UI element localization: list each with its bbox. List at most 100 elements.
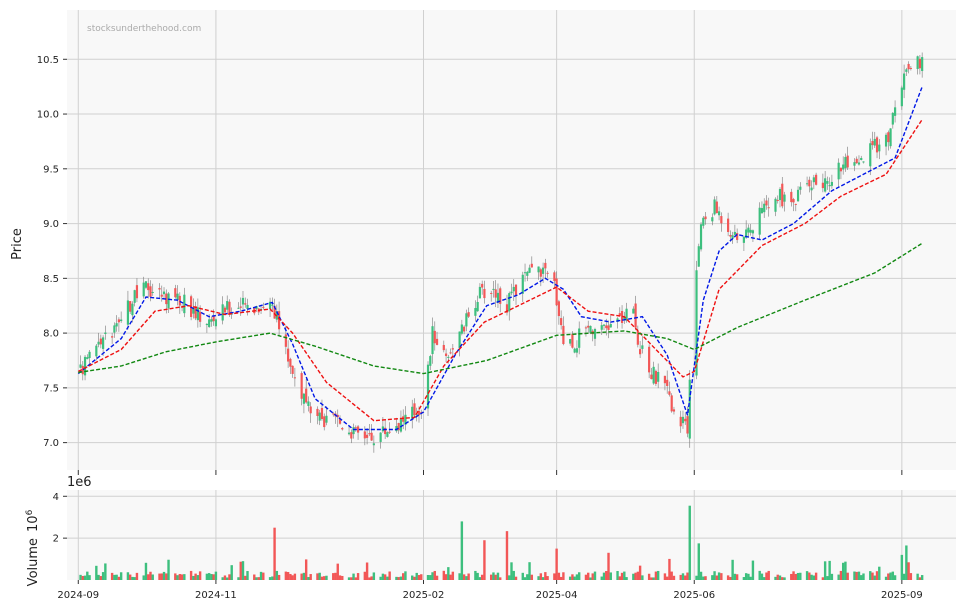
volume-bar — [241, 561, 245, 580]
volume-bar — [363, 571, 367, 580]
candle-body — [463, 326, 466, 332]
volume-bar — [496, 572, 500, 580]
volume-bar — [429, 575, 432, 580]
volume-bar — [131, 576, 134, 580]
price-axis-label: Price — [10, 228, 25, 260]
volume-axis-offset: 10 — [26, 515, 41, 532]
volume-bar — [747, 573, 750, 580]
candle-body — [765, 200, 768, 206]
volume-bar — [147, 574, 150, 580]
candle-body — [205, 324, 208, 326]
volume-bar — [226, 577, 229, 580]
volume-bar — [478, 577, 482, 580]
candle-body — [460, 324, 463, 334]
volume-bar — [338, 575, 342, 580]
x-tick-label: 2025-02 — [403, 590, 445, 601]
volume-bar — [826, 576, 829, 580]
candle-body — [607, 325, 610, 330]
volume-bar — [268, 577, 272, 580]
volume-bar — [381, 573, 385, 580]
volume-bar — [257, 577, 260, 580]
candle-body — [871, 141, 874, 146]
volume-bar — [562, 572, 565, 580]
volume-bar — [704, 576, 707, 580]
volume-bar — [526, 574, 529, 580]
volume-bar — [415, 572, 418, 580]
volume-bar — [489, 574, 493, 580]
candle-body — [160, 294, 163, 297]
volume-bar — [325, 575, 328, 580]
candle-body — [451, 348, 454, 350]
volume-bar — [395, 576, 398, 580]
volume-bar — [117, 576, 121, 580]
candle-body — [309, 406, 312, 414]
volume-bar — [889, 572, 892, 580]
candle-body — [149, 286, 152, 297]
candle-body — [133, 290, 136, 303]
candle-body — [571, 333, 574, 348]
volume-bar — [300, 573, 303, 580]
volume-bar — [309, 574, 312, 580]
volume-bar — [110, 572, 114, 580]
volume-bar — [893, 575, 897, 580]
volume-bar — [228, 574, 231, 580]
candle-body — [720, 216, 723, 224]
volume-y-ticks: 24 — [53, 492, 67, 545]
candle-body — [826, 181, 829, 184]
candle-body — [467, 312, 470, 317]
volume-bar — [505, 531, 509, 580]
volume-bar — [609, 572, 612, 580]
volume-bar — [126, 572, 130, 580]
volume-bar — [616, 571, 619, 580]
candle-body — [354, 427, 357, 429]
candle-body — [104, 332, 107, 334]
volume-bar — [259, 571, 263, 580]
volume-bar — [814, 572, 818, 580]
volume-bar — [638, 565, 642, 580]
candle-body — [386, 432, 389, 437]
candle-body — [478, 286, 482, 299]
volume-bar — [79, 574, 82, 580]
candle-body — [670, 395, 673, 412]
candle-body — [697, 246, 700, 267]
candle-body — [634, 303, 637, 328]
watermark: stocksunderthehood.com — [87, 24, 201, 34]
volume-bar — [189, 570, 193, 580]
candle-body — [368, 433, 371, 435]
volume-bar — [465, 576, 468, 580]
volume-bar — [900, 554, 904, 580]
volume-bar — [665, 576, 669, 580]
volume-bar — [860, 575, 863, 580]
volume-bar — [884, 576, 888, 580]
volume-bar — [528, 562, 531, 580]
volume-bar — [920, 575, 924, 580]
volume-bar — [162, 571, 166, 580]
volume-bar — [781, 577, 784, 580]
candle-body — [465, 313, 468, 327]
volume-bar — [553, 573, 556, 580]
candle-body — [293, 377, 296, 379]
volume-bar — [368, 577, 371, 580]
volume-bar — [370, 576, 373, 580]
volume-bar — [751, 560, 755, 580]
x-tick-label: 2025-04 — [536, 590, 578, 601]
volume-bar — [291, 575, 294, 580]
x-tick-label: 2025-09 — [881, 590, 923, 601]
candle-body — [305, 388, 308, 403]
volume-bar — [196, 575, 200, 580]
candle-body — [657, 371, 660, 382]
volume-bar — [133, 577, 136, 580]
candle-body — [223, 307, 227, 313]
price-tick-label: 7.0 — [43, 438, 59, 449]
candle-body — [672, 409, 676, 412]
candle-body — [704, 216, 707, 220]
candle-body — [113, 325, 116, 333]
candle-body — [162, 291, 166, 295]
volume-bar — [354, 577, 358, 580]
candle-body — [300, 373, 303, 399]
volume-bar — [167, 559, 170, 580]
volume-bar — [575, 574, 579, 580]
candle-body — [97, 341, 100, 345]
volume-bar — [128, 574, 132, 580]
candle-body — [578, 328, 581, 348]
